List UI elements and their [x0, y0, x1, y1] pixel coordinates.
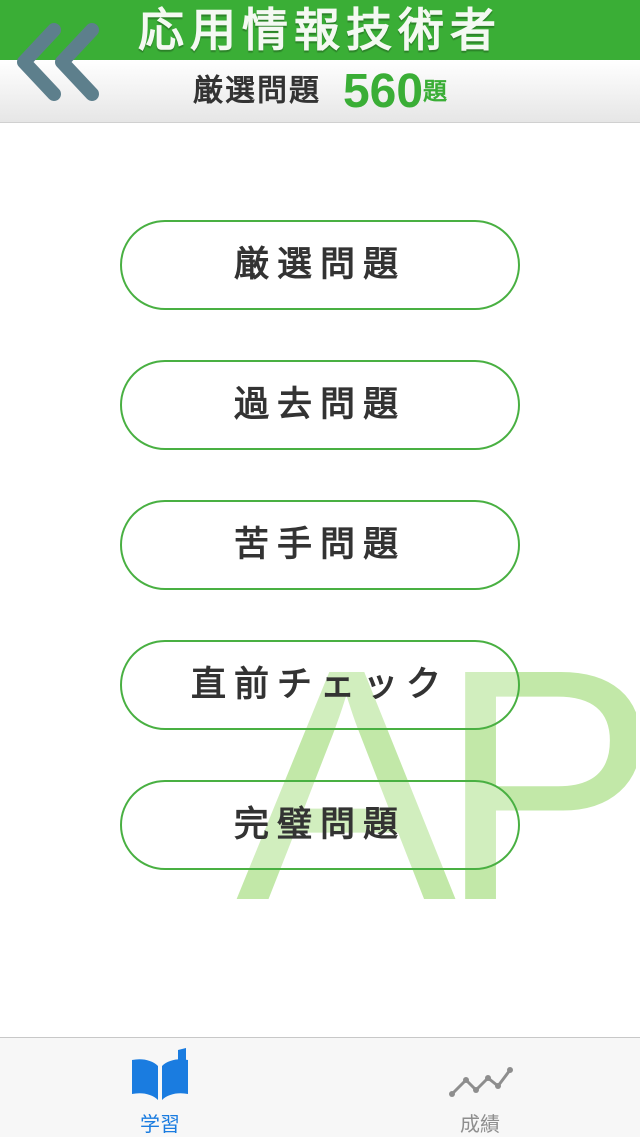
menu-button-past-questions[interactable]: 過去問題 — [120, 360, 520, 450]
header: 応用情報技術者 厳選問題 560題 — [0, 0, 640, 123]
double-chevron-left-icon — [17, 23, 99, 101]
question-count: 560 — [342, 64, 424, 118]
book-icon — [132, 1048, 188, 1100]
app-title: 応用情報技術者 — [138, 3, 502, 57]
tab-results[interactable]: 成績 — [320, 1038, 640, 1137]
menu-button-mastered-questions[interactable]: 完璧問題 — [120, 780, 520, 870]
menu-button-weak-questions[interactable]: 苦手問題 — [120, 500, 520, 590]
subtitle: 厳選問題 — [192, 73, 321, 109]
tab-study-label: 学習 — [140, 1112, 180, 1136]
tab-study[interactable]: 学習 — [0, 1038, 320, 1137]
menu-button-final-check[interactable]: 直前チェック — [120, 640, 520, 730]
tab-results-label: 成績 — [460, 1112, 500, 1136]
back-button[interactable] — [14, 22, 106, 102]
question-count-unit: 題 — [423, 77, 448, 106]
chart-line-icon — [449, 1067, 513, 1097]
menu-button-selected-questions[interactable]: 厳選問題 — [120, 220, 520, 310]
tab-bar: 学習 成績 — [0, 1037, 640, 1137]
